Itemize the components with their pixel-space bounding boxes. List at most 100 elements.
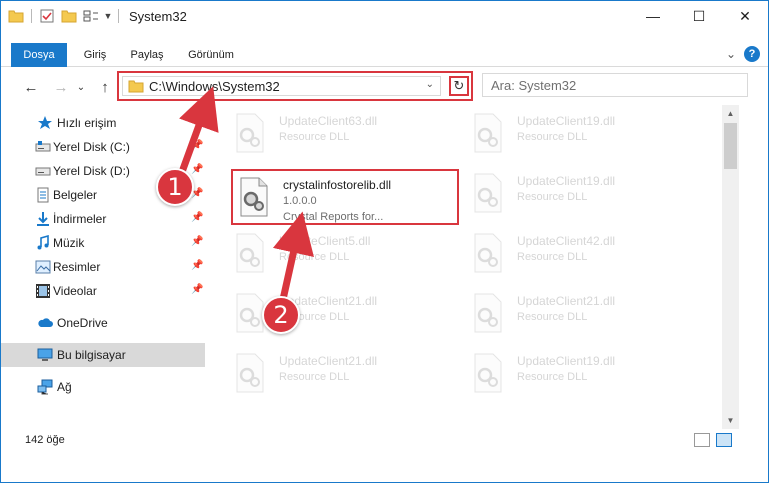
recent-locations-button[interactable]: ⌄: [75, 77, 87, 97]
sidebar-item-network[interactable]: Ağ: [1, 375, 205, 399]
sidebar-item-this-pc[interactable]: Bu bilgisayar: [1, 343, 205, 367]
documents-icon: [37, 187, 49, 203]
properties-icon[interactable]: [36, 5, 58, 27]
forward-button[interactable]: →: [51, 77, 71, 97]
pictures-icon: [35, 260, 51, 274]
dll-file-icon: [240, 177, 268, 217]
pin-icon[interactable]: 📌: [191, 284, 203, 295]
star-icon: [38, 116, 52, 129]
address-dropdown-icon[interactable]: ⌄: [426, 79, 434, 90]
file-type: Resource DLL: [517, 131, 588, 143]
sidebar-item-label: Yerel Disk (C:): [53, 140, 130, 154]
file-type: Resource DLL: [517, 311, 588, 323]
sidebar-item-label: Belgeler: [53, 188, 98, 202]
highlighted-file-item[interactable]: crystalinfostorelib.dll 1.0.0.0 Crystal …: [231, 169, 459, 225]
list-item[interactable]: UpdateClient42.dll Resource DLL: [471, 231, 701, 279]
sidebar-item-documents[interactable]: Belgeler 📌: [1, 183, 205, 207]
explorer-window: ▼ System32 — ☐ ✕ Dosya Giriş Paylaş Görü…: [0, 0, 769, 483]
tab-file[interactable]: Dosya: [11, 43, 67, 67]
close-button[interactable]: ✕: [722, 1, 768, 31]
scroll-thumb[interactable]: [724, 123, 737, 169]
sidebar-item-label: Hızlı erişim: [57, 116, 117, 130]
list-item[interactable]: UpdateClient19.dll Resource DLL: [471, 111, 701, 159]
tab-view[interactable]: Görünüm: [181, 43, 241, 67]
vertical-scrollbar[interactable]: ▲ ▼: [722, 105, 739, 429]
pin-icon[interactable]: 📌: [191, 260, 203, 271]
sidebar-item-music[interactable]: Müzik 📌: [1, 231, 205, 255]
dll-file-icon: [474, 113, 502, 153]
computer-icon: [37, 348, 53, 361]
divider: [118, 9, 119, 23]
scroll-up-icon[interactable]: ▲: [722, 105, 739, 122]
file-version: 1.0.0.0: [283, 195, 317, 207]
up-button[interactable]: ↑: [95, 77, 115, 97]
pin-icon[interactable]: 📌: [191, 140, 203, 151]
expand-ribbon-icon[interactable]: ⌄: [726, 47, 736, 61]
item-count: 142 öğe: [25, 434, 65, 446]
pin-icon[interactable]: 📌: [191, 236, 203, 247]
view-options-icon[interactable]: [80, 5, 102, 27]
minimize-button[interactable]: —: [630, 1, 676, 31]
list-item[interactable]: UpdateClient21.dll Resource DLL: [471, 291, 701, 339]
address-field[interactable]: C:\Windows\System32 ⌄: [122, 76, 441, 96]
list-item[interactable]: UpdateClient19.dll Resource DLL: [471, 351, 701, 399]
status-bar: 142 öğe: [1, 429, 768, 453]
folder-icon: [5, 5, 27, 27]
file-list: UpdateClient63.dll Resource DLL crystali…: [207, 105, 722, 429]
sidebar-item-videos[interactable]: Videolar 📌: [1, 279, 205, 303]
maximize-button[interactable]: ☐: [676, 1, 722, 31]
pin-icon[interactable]: 📌: [191, 212, 203, 223]
large-icons-view-icon[interactable]: [716, 433, 732, 447]
address-bar[interactable]: C:\Windows\System32 ⌄ ↻: [117, 71, 473, 101]
sidebar-item-label: Yerel Disk (D:): [53, 164, 130, 178]
ribbon-tabs: Dosya Giriş Paylaş Görünüm ⌄ ?: [1, 43, 768, 67]
cloud-icon: [38, 318, 53, 327]
file-name: UpdateClient63.dll: [279, 114, 378, 128]
file-type: Resource DLL: [279, 311, 350, 323]
dll-file-icon: [474, 293, 502, 333]
scroll-down-icon[interactable]: ▼: [722, 412, 739, 429]
download-icon: [37, 212, 49, 226]
file-name: UpdateClient21.dll: [279, 354, 378, 368]
file-description: Crystal Reports for...: [283, 211, 384, 223]
list-item[interactable]: UpdateClient19.dll Resource DLL: [471, 171, 701, 219]
search-input[interactable]: Ara: System32: [482, 73, 748, 97]
address-bar-row: ← → ⌄ ↑ C:\Windows\System32 ⌄ ↻ Ara: Sys…: [1, 67, 768, 105]
sidebar-item-label: Bu bilgisayar: [57, 348, 126, 362]
sidebar-item-local-disk-c[interactable]: Yerel Disk (C:) 📌: [1, 135, 205, 159]
sidebar-item-local-disk-d[interactable]: Yerel Disk (D:) 📌: [1, 159, 205, 183]
sidebar-item-label: Müzik: [53, 236, 85, 250]
tab-share[interactable]: Paylaş: [125, 43, 169, 67]
file-name: UpdateClient21.dll: [517, 294, 616, 308]
sidebar-item-onedrive[interactable]: OneDrive: [1, 311, 205, 335]
sidebar-item-downloads[interactable]: İndirmeler 📌: [1, 207, 205, 231]
navigation-pane: Hızlı erişim Yerel Disk (C:) 📌 Yerel Dis…: [1, 105, 207, 429]
drive-icon: [35, 167, 51, 176]
sidebar-item-quick-access[interactable]: Hızlı erişim: [1, 111, 205, 135]
file-name: UpdateClient19.dll: [517, 354, 616, 368]
sidebar-item-label: İndirmeler: [53, 212, 107, 226]
help-icon[interactable]: ?: [744, 46, 760, 62]
dll-file-icon: [474, 173, 502, 213]
sidebar-item-pictures[interactable]: Resimler 📌: [1, 255, 205, 279]
list-item[interactable]: UpdateClient21.dll Resource DLL: [233, 351, 463, 399]
list-item[interactable]: UpdateClient21.dll Resource DLL: [233, 291, 463, 339]
pin-icon[interactable]: 📌: [191, 188, 203, 199]
dll-file-icon: [474, 353, 502, 393]
list-item[interactable]: UpdateClient63.dll Resource DLL: [233, 111, 463, 159]
list-item[interactable]: UpdateClient5.dll Resource DLL: [233, 231, 463, 279]
sidebar-item-label: OneDrive: [57, 316, 108, 330]
file-name: UpdateClient5.dll: [279, 234, 371, 248]
film-icon: [36, 284, 50, 298]
music-icon: [37, 235, 49, 250]
customize-quick-access-icon[interactable]: ▼: [102, 5, 114, 27]
file-name: UpdateClient19.dll: [517, 114, 616, 128]
back-button[interactable]: ←: [21, 77, 41, 97]
pin-icon[interactable]: 📌: [191, 164, 203, 175]
window-controls: — ☐ ✕: [630, 1, 768, 31]
details-view-icon[interactable]: [694, 433, 710, 447]
folder-icon: [128, 80, 144, 93]
tab-home[interactable]: Giriş: [75, 43, 115, 67]
new-folder-icon[interactable]: [58, 5, 80, 27]
refresh-button[interactable]: ↻: [449, 76, 469, 96]
